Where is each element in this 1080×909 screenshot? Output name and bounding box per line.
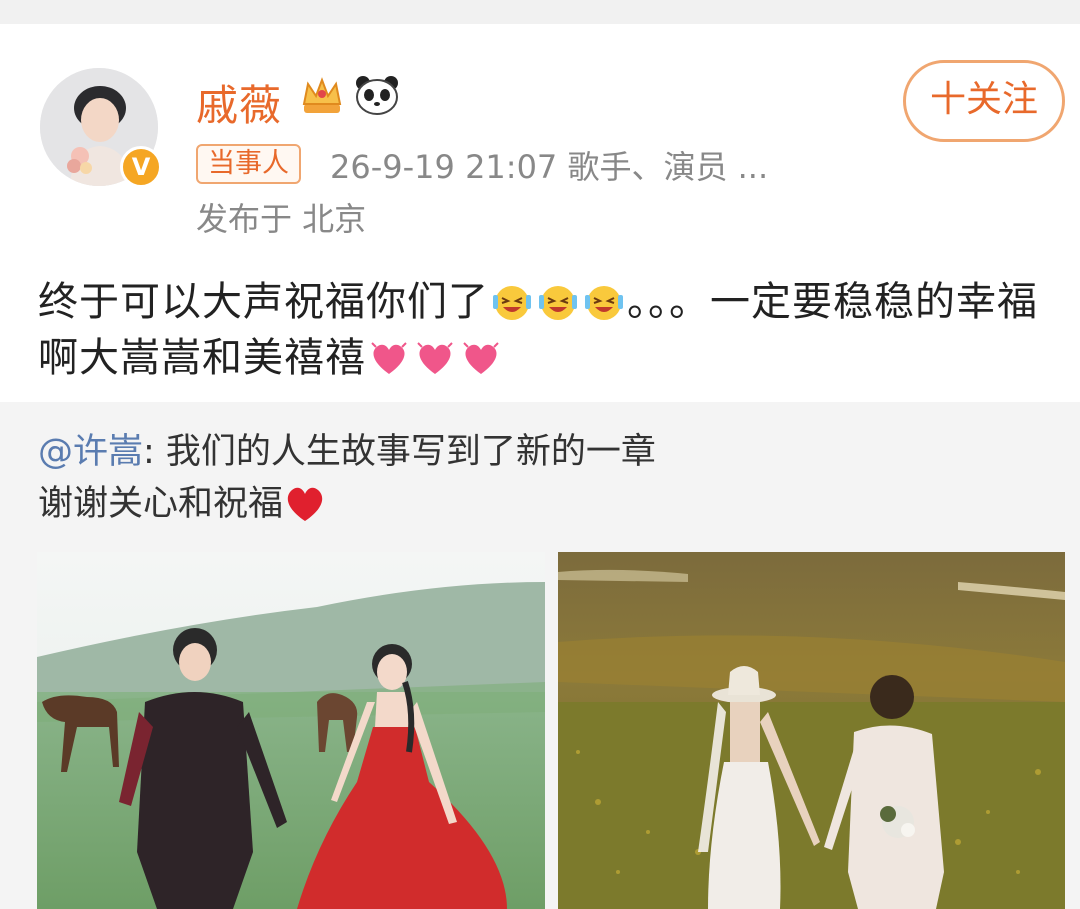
participant-tag: 当事人 xyxy=(196,144,301,184)
post-location: 发布于 北京 xyxy=(196,200,367,238)
laughing-crying-emoji xyxy=(539,286,577,320)
photo-image xyxy=(37,552,545,909)
post-meta: 26-9-19 21:07 歌手、演员 ... xyxy=(330,148,769,186)
heart-emoji xyxy=(417,342,453,374)
follow-button[interactable]: 十关注 xyxy=(903,60,1065,142)
laughing-crying-emoji xyxy=(493,286,531,320)
crown-icon xyxy=(302,77,342,113)
post-text-part1: 终于可以大声祝福你们了 xyxy=(38,279,489,325)
photo-couple-sunset[interactable] xyxy=(558,552,1065,909)
author-name[interactable]: 戚薇 xyxy=(196,72,282,133)
post-text: 终于可以大声祝福你们了 。。。一定要稳稳的幸福啊大嵩嵩和美禧禧 xyxy=(38,274,1058,386)
repost-text: @许嵩: 我们的人生故事写到了新的一章 谢谢关心和祝福 xyxy=(38,426,1048,530)
repost-line1: : 我们的人生故事写到了新的一章 xyxy=(143,432,656,472)
mention-link[interactable]: @许嵩 xyxy=(38,432,143,472)
photo-couple-red-dress[interactable] xyxy=(37,552,545,909)
photo-image xyxy=(558,552,1065,909)
reposted-content[interactable]: @许嵩: 我们的人生故事写到了新的一章 谢谢关心和祝福 xyxy=(0,402,1080,909)
weibo-post: V 戚薇 十关注 当事人 26-9-19 21:07 歌手、演员 ... 发布于… xyxy=(0,24,1080,404)
heart-emoji xyxy=(371,342,407,374)
laughing-crying-emoji xyxy=(585,286,623,320)
red-heart-icon xyxy=(287,487,323,521)
heart-emoji xyxy=(463,342,499,374)
panda-icon xyxy=(356,76,398,115)
top-divider xyxy=(0,0,1080,24)
verified-badge: V xyxy=(120,146,162,188)
repost-line2: 谢谢关心和祝福 xyxy=(38,484,284,524)
